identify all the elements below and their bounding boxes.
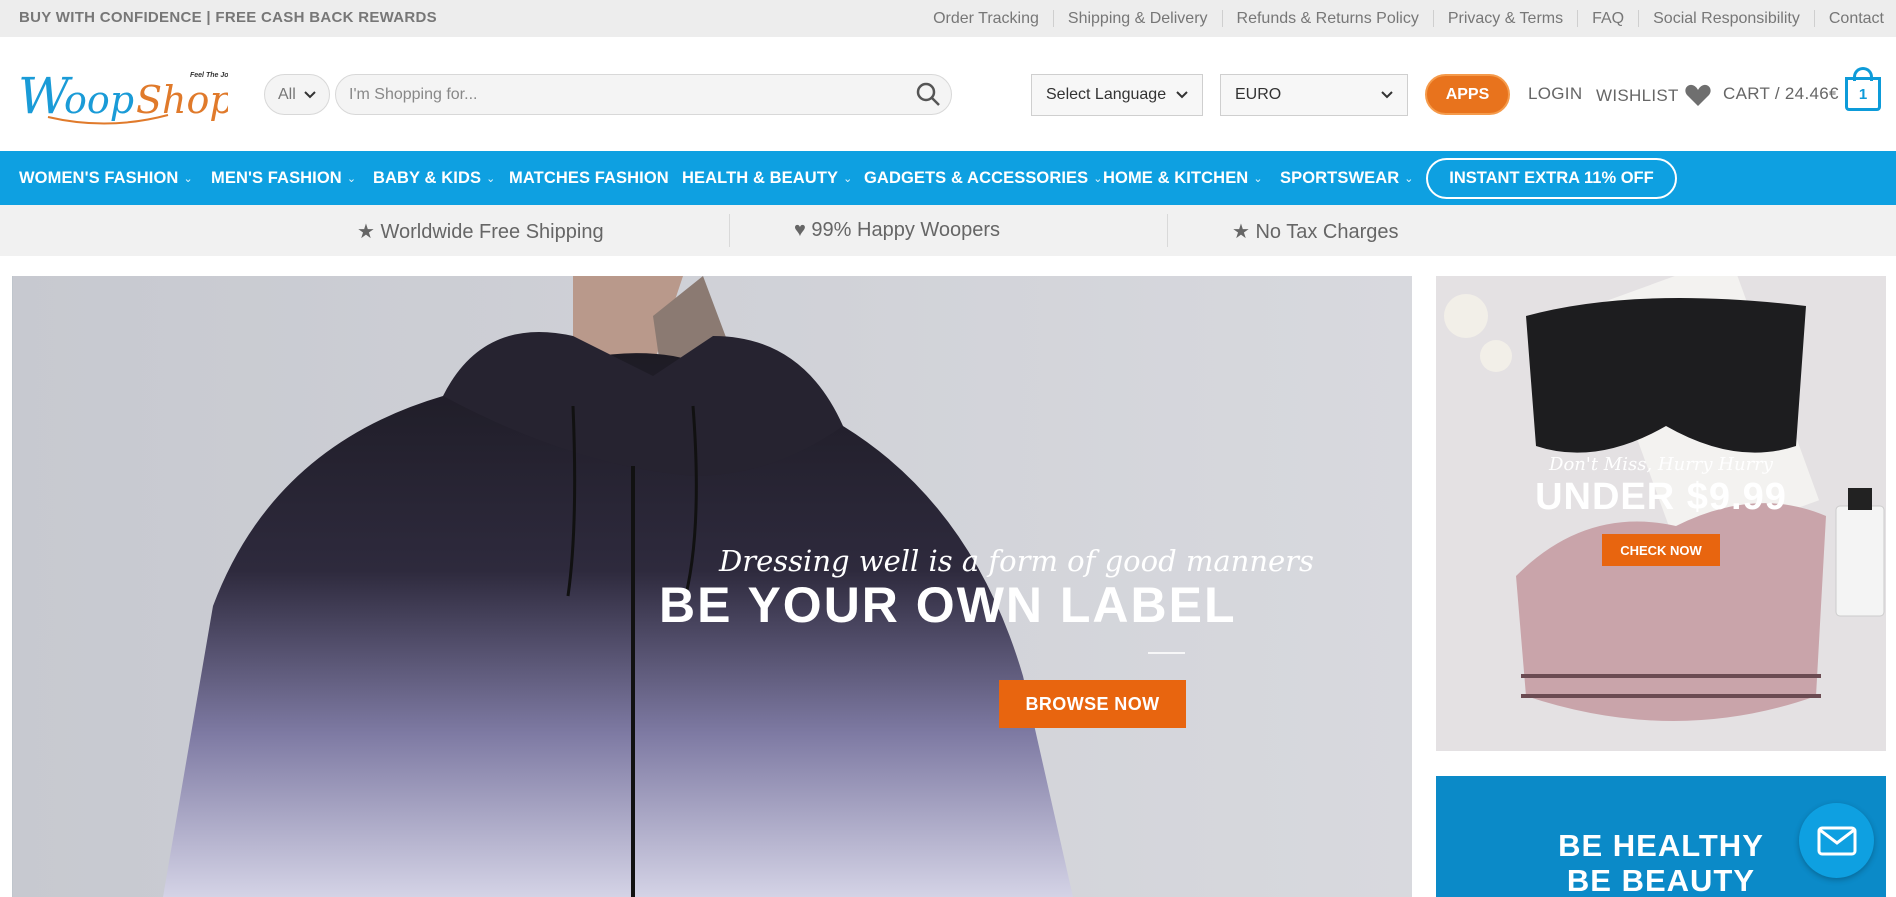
contact-link[interactable]: Contact xyxy=(1813,10,1896,27)
logo[interactable]: W oop Shop Feel The Joy xyxy=(18,65,234,127)
nav-label: WOMEN'S FASHION xyxy=(19,168,179,187)
cart-link[interactable]: CART / 24.46€ xyxy=(1723,84,1839,104)
nav-health-beauty[interactable]: HEALTH & BEAUTY ⌄ xyxy=(682,151,852,205)
social-responsibility-link[interactable]: Social Responsibility xyxy=(1638,10,1814,27)
nav-label: HEALTH & BEAUTY xyxy=(682,168,839,187)
faq-link[interactable]: FAQ xyxy=(1577,10,1638,27)
benefits-bar: ★ Worldwide Free Shipping ♥ 99% Happy Wo… xyxy=(0,205,1896,256)
search-icon[interactable] xyxy=(915,81,942,108)
chevron-down-icon: ⌄ xyxy=(1093,172,1103,185)
chevron-down-icon: ⌄ xyxy=(1253,172,1263,185)
chevron-down-icon xyxy=(304,90,316,98)
promo-title: UNDER $9.99 xyxy=(1535,476,1787,518)
lingerie-promo-banner[interactable]: Don't Miss, Hurry Hurry UNDER $9.99 CHEC… xyxy=(1436,276,1886,751)
nav-gadgets-accessories[interactable]: GADGETS & ACCESSORIES ⌄ xyxy=(864,151,1103,205)
chevron-down-icon: ⌄ xyxy=(346,172,357,185)
chevron-down-icon xyxy=(1381,91,1393,99)
benefit-no-tax: ★ No Tax Charges xyxy=(1232,221,1399,243)
order-tracking-link[interactable]: Order Tracking xyxy=(919,10,1053,27)
chevron-down-icon: ⌄ xyxy=(1404,172,1414,185)
search-category-select[interactable]: All xyxy=(264,74,330,115)
main-nav: WOMEN'S FASHION ⌄ MEN'S FASHION ⌄ BABY & K… xyxy=(0,151,1896,205)
search-input[interactable] xyxy=(335,74,952,115)
nav-label: BABY & KIDS xyxy=(373,168,482,187)
browse-now-button[interactable]: BROWSE NOW xyxy=(999,680,1186,728)
nav-matches-fashion[interactable]: MATCHES FASHION xyxy=(509,151,669,205)
search-category-value: All xyxy=(278,85,296,103)
hero-title: BE YOUR OWN LABEL xyxy=(659,577,1237,633)
benefit-free-shipping: ★ Worldwide Free Shipping xyxy=(357,221,604,243)
nav-label: HOME & KITCHEN xyxy=(1103,168,1249,187)
nav-womens-fashion[interactable]: WOMEN'S FASHION ⌄ xyxy=(19,151,193,205)
apps-button[interactable]: APPS xyxy=(1425,74,1510,115)
benefit-happy-woopers: ♥ 99% Happy Woopers xyxy=(794,219,1001,241)
svg-text:Feel The Joy: Feel The Joy xyxy=(190,72,228,79)
nav-label: MATCHES FASHION xyxy=(509,168,669,187)
wishlist-link[interactable]: WISHLIST xyxy=(1596,84,1711,107)
refunds-returns-link[interactable]: Refunds & Returns Policy xyxy=(1221,10,1433,27)
promo-text: BUY WITH CONFIDENCE | FREE CASH BACK REW… xyxy=(19,9,437,26)
nav-label: GADGETS & ACCESSORIES xyxy=(864,168,1089,187)
contact-mail-button[interactable] xyxy=(1799,803,1874,878)
divider xyxy=(1167,214,1168,247)
top-links: Order Tracking Shipping & Delivery Refun… xyxy=(919,0,1896,37)
chevron-down-icon: ⌄ xyxy=(183,172,193,185)
top-bar: BUY WITH CONFIDENCE | FREE CASH BACK REW… xyxy=(0,0,1896,37)
chevron-down-icon: ⌄ xyxy=(843,172,853,185)
nav-mens-fashion[interactable]: MEN'S FASHION ⌄ xyxy=(211,151,356,205)
divider xyxy=(1148,652,1185,654)
nav-baby-kids[interactable]: BABY & KIDS ⌄ xyxy=(373,151,495,205)
site-header: W oop Shop Feel The Joy All Select Langu… xyxy=(0,37,1896,151)
nav-label: SPORTSWEAR xyxy=(1280,168,1400,187)
svg-text:Shop: Shop xyxy=(136,78,228,122)
language-value: Select Language xyxy=(1046,86,1167,103)
hero-tagline: Dressing well is a form of good manners xyxy=(719,544,1314,578)
wishlist-label: WISHLIST xyxy=(1596,85,1679,105)
chevron-down-icon: ⌄ xyxy=(486,172,496,185)
mail-icon xyxy=(1817,826,1856,855)
shipping-delivery-link[interactable]: Shipping & Delivery xyxy=(1052,10,1222,27)
hero-banner[interactable]: Dressing well is a form of good manners … xyxy=(12,276,1412,897)
nav-home-kitchen[interactable]: HOME & KITCHEN ⌄ xyxy=(1103,151,1263,205)
currency-value: EURO xyxy=(1235,86,1282,103)
check-now-button[interactable]: CHECK NOW xyxy=(1602,534,1720,566)
heart-icon xyxy=(1685,84,1711,106)
nav-label: MEN'S FASHION xyxy=(211,168,342,187)
divider xyxy=(729,214,730,247)
privacy-terms-link[interactable]: Privacy & Terms xyxy=(1432,10,1577,27)
currency-select[interactable]: EURO xyxy=(1220,74,1408,116)
login-link[interactable]: LOGIN xyxy=(1528,84,1582,104)
promo-tagline: Don't Miss, Hurry Hurry xyxy=(1549,454,1773,475)
language-select[interactable]: Select Language xyxy=(1031,74,1203,116)
nav-sportswear[interactable]: SPORTSWEAR ⌄ xyxy=(1280,151,1414,205)
instant-discount-button[interactable]: INSTANT EXTRA 11% OFF xyxy=(1426,158,1677,199)
svg-text:oop: oop xyxy=(64,78,134,122)
cart-count-badge[interactable]: 1 xyxy=(1845,77,1881,111)
chevron-down-icon xyxy=(1176,91,1188,99)
